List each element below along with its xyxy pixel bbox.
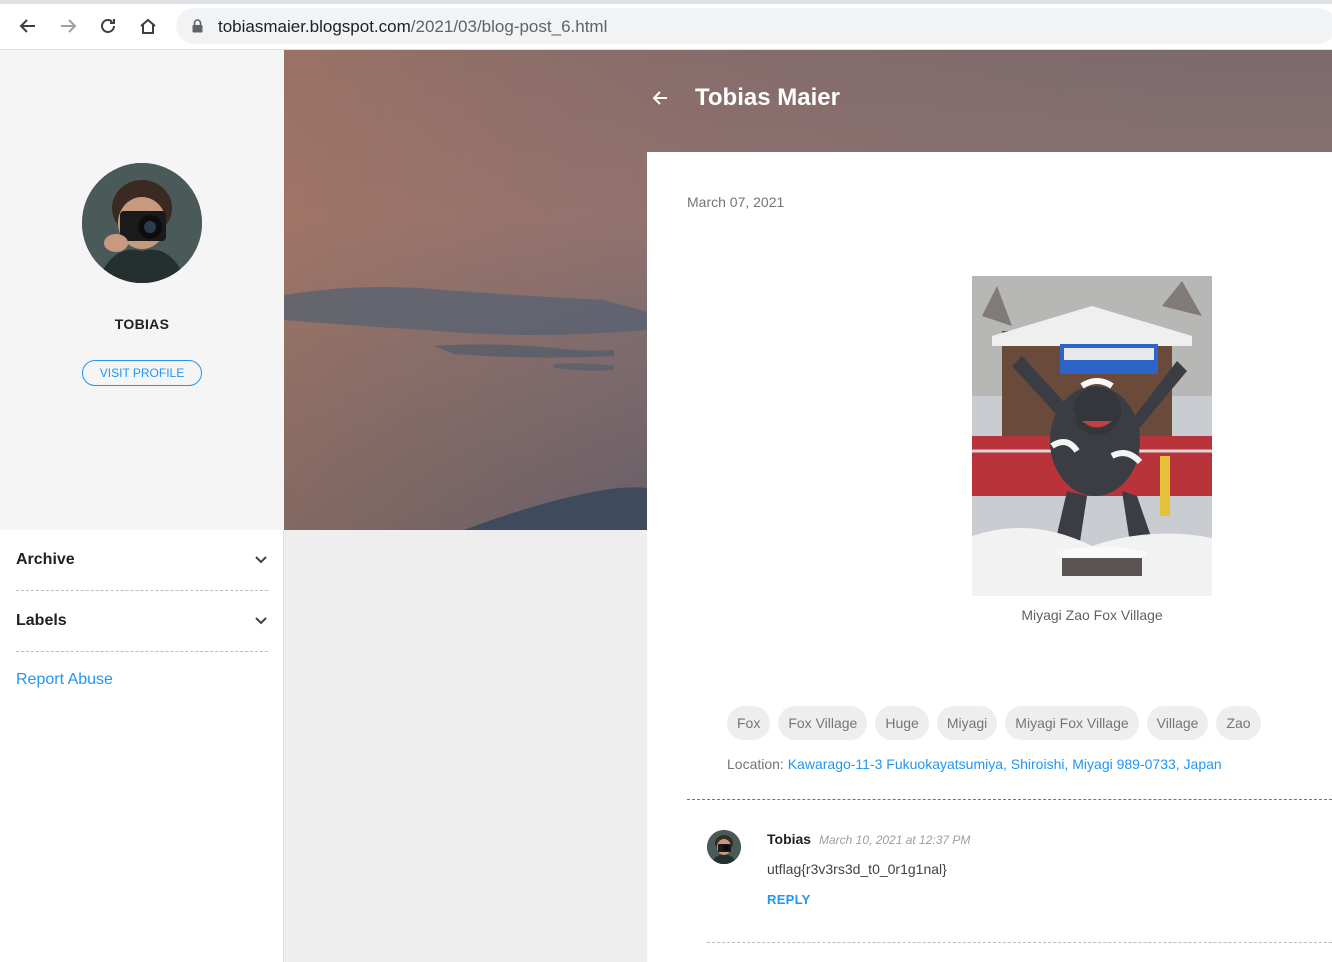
reply-button[interactable]: REPLY — [767, 892, 811, 907]
post-card: March 07, 2021 Miyagi Zao Fox Village Fo… — [647, 152, 1332, 962]
section-label: Archive — [16, 551, 75, 568]
label-chip[interactable]: Miyagi — [936, 706, 998, 740]
profile-name: TOBIAS — [114, 316, 170, 332]
browser-toolbar: tobiasmaier.blogspot.com/2021/03/blog-po… — [0, 0, 1332, 50]
content-background — [284, 530, 647, 962]
label-chip[interactable]: Miyagi Fox Village — [1005, 706, 1139, 740]
location-link[interactable]: Kawarago-11-3 Fukuokayatsumiya, Shiroish… — [788, 756, 1222, 772]
label-chip[interactable]: Fox Village — [778, 706, 868, 740]
image-caption: Miyagi Zao Fox Village — [1021, 607, 1163, 623]
back-arrow-icon[interactable] — [648, 86, 672, 110]
chevron-down-icon — [255, 617, 267, 625]
section-label: Labels — [16, 612, 67, 629]
label-chip[interactable]: Zao — [1216, 706, 1261, 740]
profile-avatar[interactable] — [82, 163, 202, 283]
post-location: Location: Kawarago-11-3 Fukuokayatsumiya… — [727, 756, 1222, 772]
home-icon[interactable] — [134, 12, 162, 40]
chevron-down-icon — [255, 556, 267, 564]
comment-body: utflag{r3v3rs3d_t0_0r1g1nal} — [767, 861, 947, 877]
sidebar: TOBIAS VISIT PROFILE Archive Labels Repo… — [0, 50, 284, 962]
blog-title[interactable]: Tobias Maier — [695, 84, 840, 112]
profile-panel: TOBIAS VISIT PROFILE — [0, 50, 284, 530]
visit-profile-button[interactable]: VISIT PROFILE — [82, 360, 202, 386]
comment-avatar[interactable] — [707, 830, 741, 864]
reload-icon[interactable] — [94, 12, 122, 40]
tab-strip-edge — [0, 0, 1332, 4]
post-image[interactable] — [972, 276, 1212, 596]
sidebar-section-archive[interactable]: Archive — [16, 530, 268, 591]
comments-divider — [687, 799, 1332, 800]
address-bar[interactable]: tobiasmaier.blogspot.com/2021/03/blog-po… — [176, 8, 1332, 44]
report-abuse-link[interactable]: Report Abuse — [16, 671, 113, 689]
location-prefix: Location: — [727, 756, 784, 772]
url-text: tobiasmaier.blogspot.com/2021/03/blog-po… — [218, 17, 608, 36]
forward-icon[interactable] — [54, 12, 82, 40]
label-chip[interactable]: Huge — [875, 706, 929, 740]
back-icon[interactable] — [14, 12, 42, 40]
lock-icon — [192, 19, 203, 33]
post-labels: Fox Fox Village Huge Miyagi Miyagi Fox V… — [727, 706, 1261, 740]
label-chip[interactable]: Village — [1146, 706, 1209, 740]
sidebar-section-labels[interactable]: Labels — [16, 591, 268, 652]
post-date: March 07, 2021 — [687, 194, 785, 210]
comment-author[interactable]: Tobias — [767, 831, 811, 847]
comment-divider — [707, 942, 1332, 943]
label-chip[interactable]: Fox — [727, 706, 771, 740]
comment-timestamp[interactable]: March 10, 2021 at 12:37 PM — [819, 833, 970, 847]
